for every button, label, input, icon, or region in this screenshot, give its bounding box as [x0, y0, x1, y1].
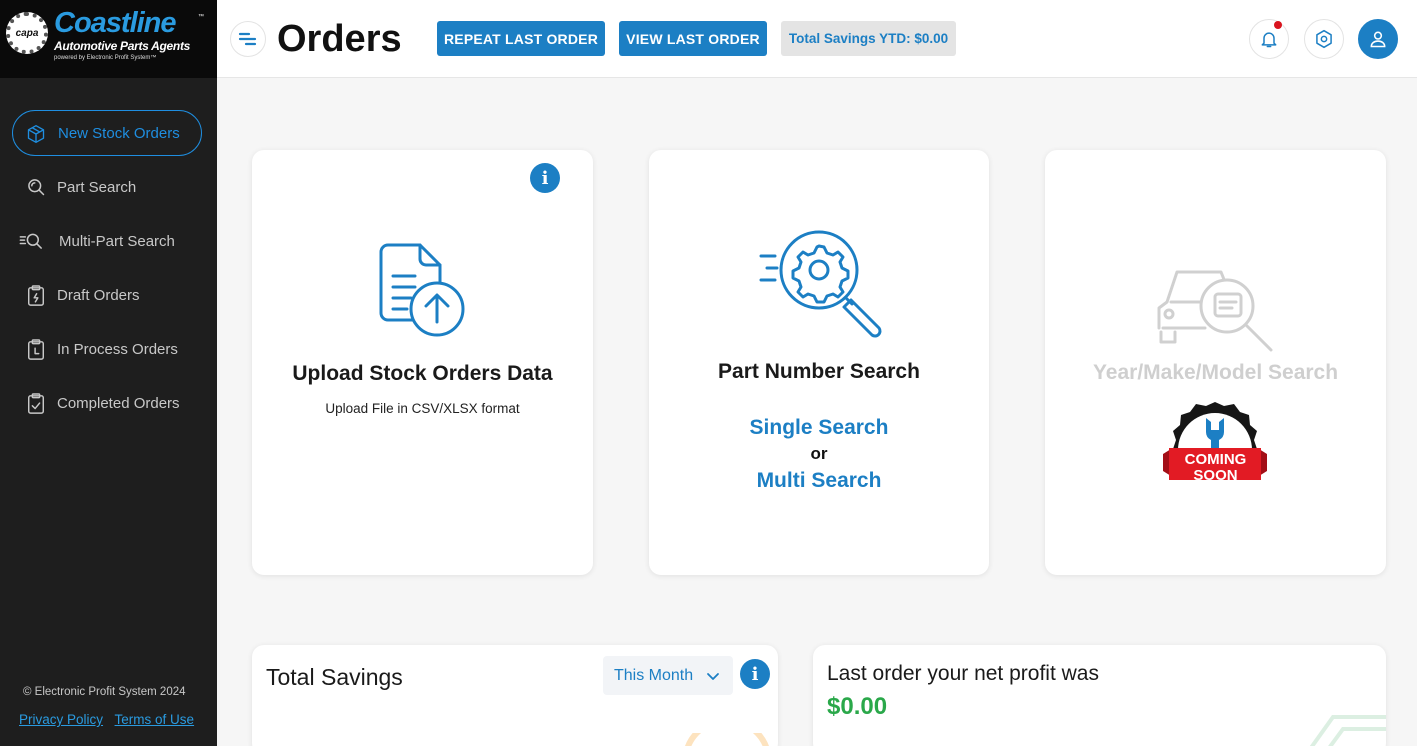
- sidebar: capa Coastline ™ Automotive Parts Agents…: [0, 0, 217, 746]
- cube-icon: [26, 123, 46, 143]
- money-illustration-icon: [1309, 715, 1386, 746]
- brand-name: Coastline: [54, 7, 177, 39]
- brand-tagline: Automotive Parts Agents: [54, 39, 191, 53]
- sidebar-item-label: New Stock Orders: [58, 124, 180, 142]
- top-header: Orders REPEAT LAST ORDER VIEW LAST ORDER…: [217, 0, 1417, 78]
- sidebar-item-label: Multi-Part Search: [59, 232, 175, 250]
- sidebar-item-completed-orders[interactable]: Completed Orders: [0, 380, 217, 426]
- total-savings-info-button[interactable]: i: [740, 659, 770, 689]
- brand-powered-by: powered by Electronic Profit System™: [54, 55, 157, 61]
- period-select[interactable]: This Month: [603, 656, 733, 695]
- year-make-model-search-card: Year/Make/Model Search COMING SOON: [1045, 150, 1386, 575]
- user-icon: [1370, 31, 1386, 48]
- terms-of-use-link[interactable]: Terms of Use: [115, 712, 195, 727]
- net-profit-label: Last order your net profit was: [827, 662, 1099, 685]
- sidebar-item-part-search[interactable]: Part Search: [0, 164, 217, 210]
- sidebar-item-new-stock-orders[interactable]: New Stock Orders: [12, 110, 202, 156]
- bell-icon: [1261, 32, 1277, 48]
- part-number-search-title: Part Number Search: [718, 360, 920, 383]
- net-profit-value: $0.00: [827, 693, 888, 720]
- copyright-text: © Electronic Profit System 2024: [23, 686, 186, 698]
- sidebar-item-in-process-orders[interactable]: In Process Orders: [0, 326, 217, 372]
- upload-card-title: Upload Stock Orders Data: [292, 362, 553, 385]
- clipboard-check-icon: [26, 393, 46, 414]
- sidebar-nav: New Stock Orders Part Search Multi-Part …: [0, 110, 217, 434]
- period-select-value: This Month: [614, 666, 694, 684]
- multi-search-link[interactable]: Multi Search: [649, 469, 989, 493]
- upload-info-button[interactable]: i: [530, 163, 560, 193]
- settings-button[interactable]: [1304, 19, 1344, 59]
- upload-stock-orders-card[interactable]: i Upload Stock Orders Data Upload File i…: [252, 150, 593, 575]
- multi-search-icon: [18, 231, 46, 251]
- gear-search-icon: [759, 230, 882, 338]
- sidebar-item-label: Part Search: [57, 178, 137, 196]
- total-savings-title: Total Savings: [266, 664, 403, 690]
- search-icon: [26, 177, 46, 197]
- total-savings-ytd-badge: Total Savings YTD: $0.00: [781, 21, 956, 56]
- single-search-link[interactable]: Single Search: [649, 416, 989, 440]
- net-profit-card: Last order your net profit was $0.00: [813, 645, 1386, 746]
- clipboard-clock-icon: [26, 339, 46, 360]
- brand-logo[interactable]: capa Coastline ™ Automotive Parts Agents…: [0, 0, 217, 78]
- menu-toggle-button[interactable]: [230, 21, 266, 57]
- car-search-icon: [1157, 270, 1273, 352]
- gear-icon: [1316, 29, 1332, 49]
- sidebar-item-label: Draft Orders: [57, 286, 140, 304]
- total-savings-card: Total Savings This Month i: [252, 645, 778, 746]
- document-upload-icon: [379, 243, 465, 337]
- donut-chart-arc: [685, 733, 769, 746]
- or-separator: or: [810, 444, 828, 463]
- chevron-down-icon: [707, 673, 719, 680]
- user-profile-button[interactable]: [1358, 19, 1398, 59]
- upload-card-subtitle: Upload File in CSV/XLSX format: [325, 401, 520, 416]
- sidebar-item-multi-part-search[interactable]: Multi-Part Search: [0, 218, 217, 264]
- page-title: Orders: [277, 18, 402, 60]
- repeat-last-order-button[interactable]: REPEAT LAST ORDER: [437, 21, 605, 56]
- clipboard-draft-icon: [26, 285, 46, 306]
- coming-soon-text: COMING SOON: [1184, 451, 1247, 484]
- ymm-search-title: Year/Make/Model Search: [1092, 361, 1339, 384]
- sidebar-item-label: Completed Orders: [57, 394, 180, 412]
- sidebar-item-label: In Process Orders: [57, 340, 178, 358]
- notification-dot: [1274, 21, 1282, 29]
- sidebar-item-draft-orders[interactable]: Draft Orders: [0, 272, 217, 318]
- capa-badge-icon: capa: [6, 12, 48, 54]
- part-number-search-card: Part Number Search Single Search or Mult…: [649, 150, 989, 575]
- footer-links: Privacy Policy Terms of Use: [19, 712, 202, 727]
- brand-trademark: ™: [198, 14, 204, 20]
- view-last-order-button[interactable]: VIEW LAST ORDER: [619, 21, 767, 56]
- menu-icon: [238, 32, 257, 46]
- notifications-button[interactable]: [1249, 19, 1289, 59]
- privacy-policy-link[interactable]: Privacy Policy: [19, 712, 103, 727]
